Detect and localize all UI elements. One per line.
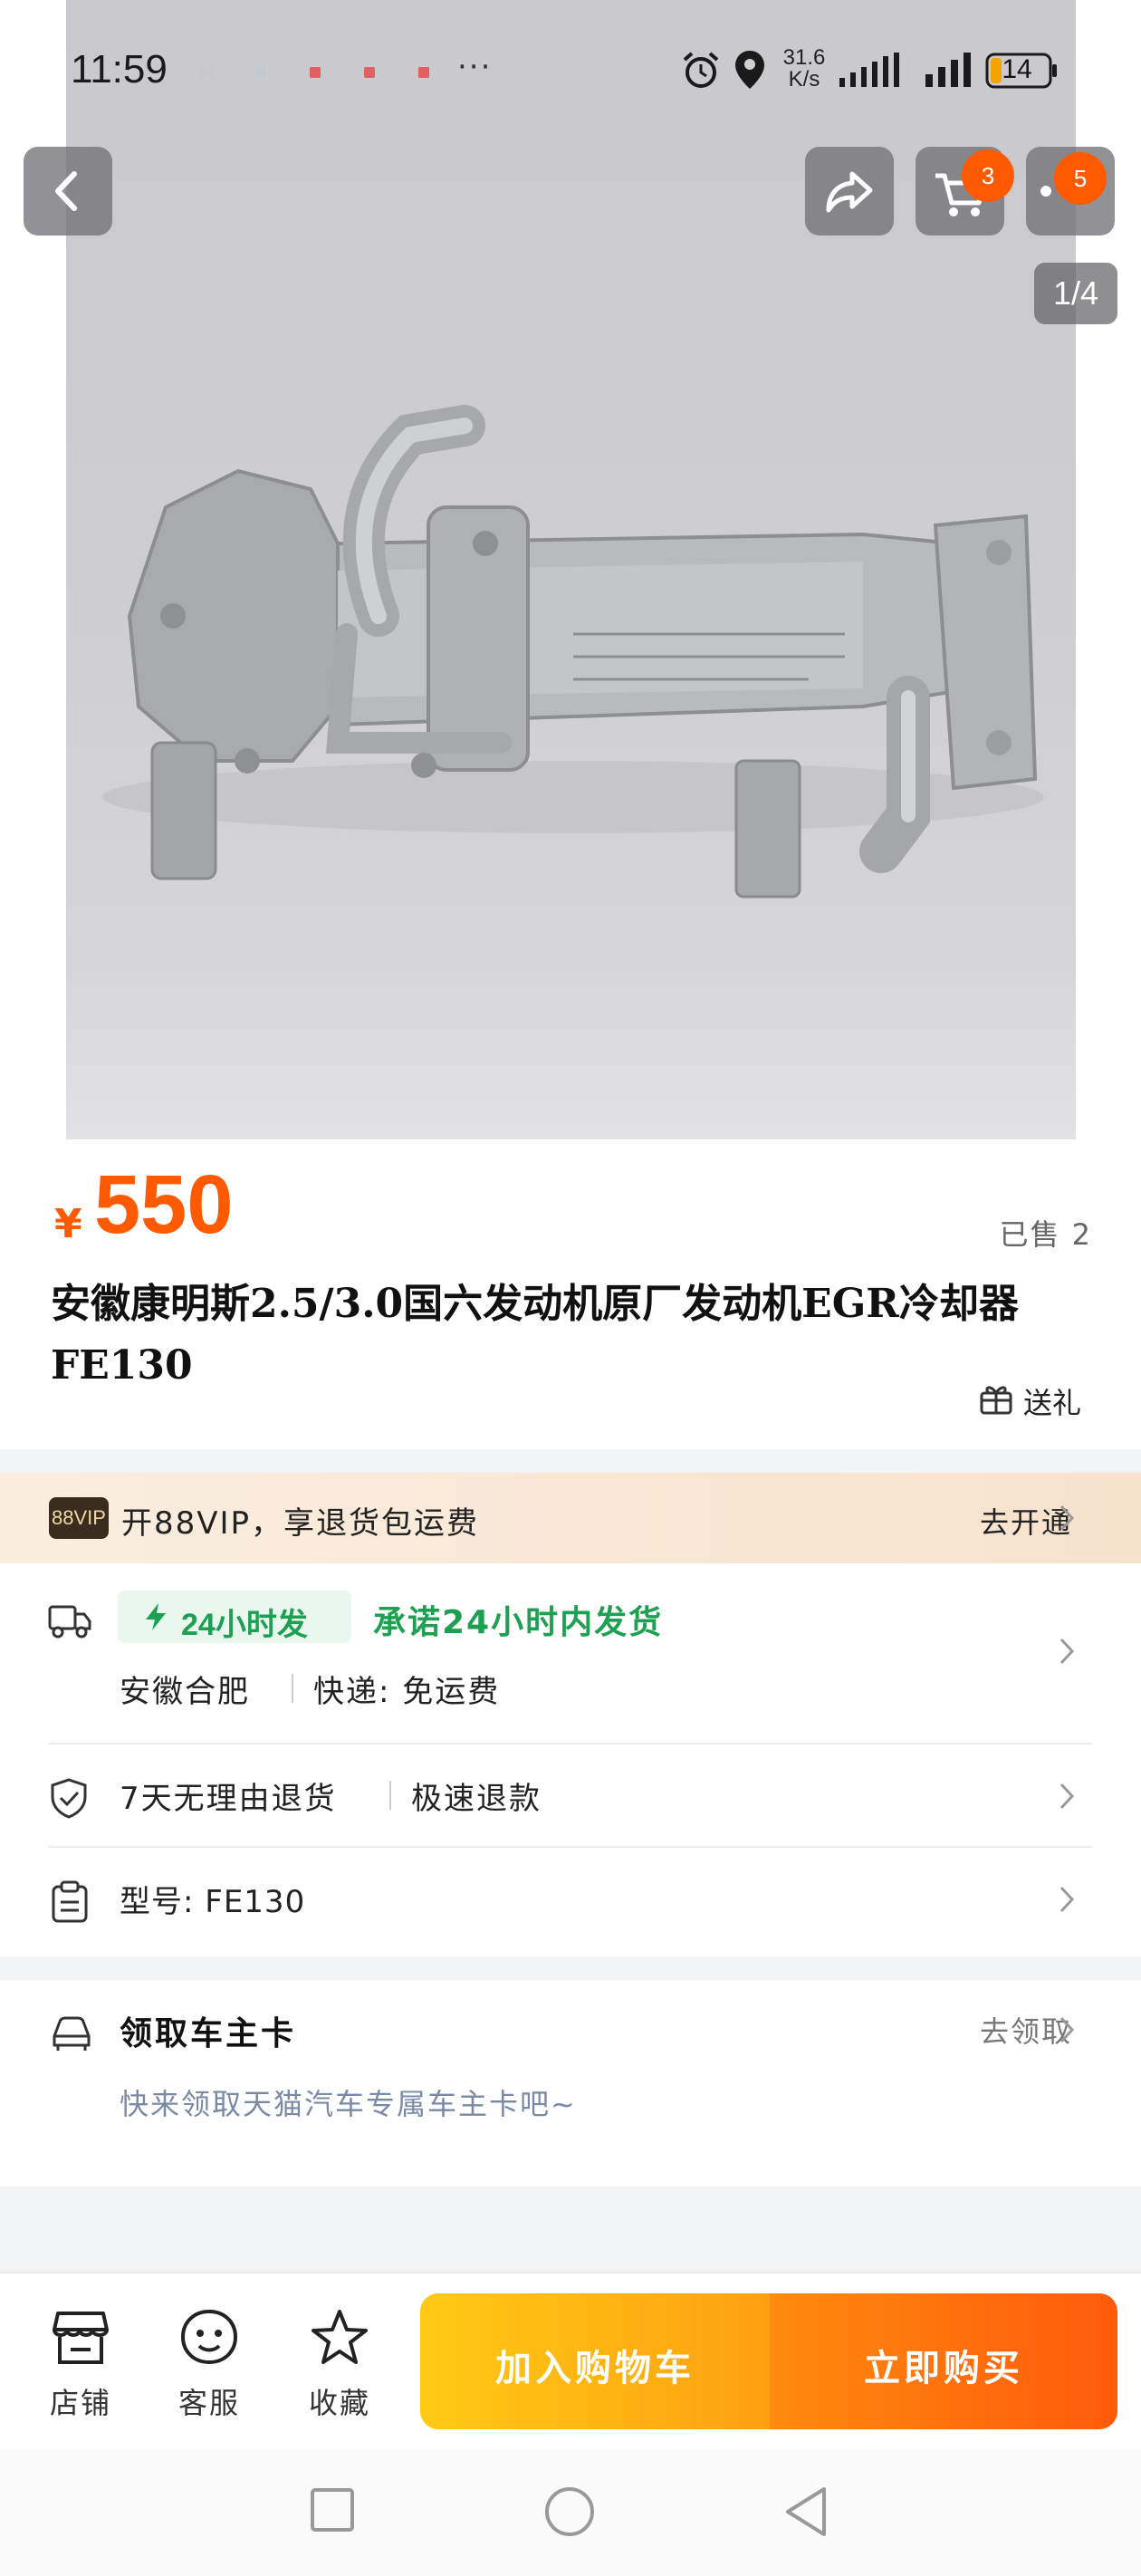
add-to-cart-button[interactable]: 加入购物车 [420,2293,770,2429]
notification-icon [364,67,375,78]
return-policy-row[interactable]: 7天无理由退货 极速退款 [0,1745,1141,1846]
signal-icon [839,53,899,87]
system-nav-bar [0,2449,1141,2576]
vip-banner[interactable]: 88VIP 开88VIP，享退货包运费 去开通 [0,1473,1141,1563]
notification-icon [310,67,321,78]
signal-icon [925,53,971,87]
alarm-icon [683,52,719,88]
add-to-cart-label: 加入购物车 [495,2348,695,2389]
favorite-label: 收藏 [308,2386,370,2420]
product-title: 安徽康明斯2.5/3.0国六发动机原厂发动机EGR冷却器FE130 [51,1281,1019,1389]
image-counter: 1/4 [1034,263,1117,324]
notification-icon [201,67,212,78]
buy-now-label: 立即购买 [864,2348,1023,2389]
divider [292,1674,293,1703]
fast-shipping-tag: 24小时发 [118,1591,351,1643]
star-icon [312,2310,368,2364]
vip-badge: 88VIP [49,1497,109,1539]
status-more-icon: ··· [457,49,493,85]
square-nav-icon[interactable] [308,2485,357,2534]
model-number: 型号: FE130 [120,1884,306,1920]
shipping-row[interactable]: 24小时发 承诺24小时内发货 安徽合肥 快递: 免运费 [0,1563,1141,1743]
product-image-gallery[interactable]: 11:59 ··· 31.6 K/s 14 3 5 1/4 [0,0,1141,1139]
triangle-nav-icon[interactable] [782,2485,831,2538]
return-policy: 7天无理由退货 [120,1781,337,1817]
fast-shipping-label: 24小时发 [181,1608,308,1642]
clipboard-icon [52,1880,88,1923]
shield-check-icon [51,1778,87,1819]
divider [389,1781,391,1810]
shipping-fee: 快递: 免运费 [313,1674,501,1710]
battery-level: 14 [1002,54,1032,84]
location-icon [735,51,764,89]
status-time: 11:59 [71,47,168,91]
shipping-origin: 安徽合肥 [120,1674,250,1710]
shop-label: 店铺 [49,2386,111,2420]
refund-policy: 极速退款 [411,1781,542,1817]
sold-count: 已售 2 [999,1217,1092,1252]
smile-icon [180,2309,238,2365]
bolt-icon [146,1603,166,1630]
currency-symbol: ¥ [54,1201,82,1247]
message-count-badge: 5 [1054,152,1107,205]
gift-label: 送礼 [1023,1386,1082,1420]
back-button[interactable] [24,147,112,235]
chevron-right-icon [1060,1886,1075,1913]
chevron-right-icon [1060,2016,1075,2043]
circle-nav-icon[interactable] [543,2485,596,2538]
service-label: 客服 [177,2386,240,2420]
vip-text: 开88VIP，享退货包运费 [121,1505,480,1542]
buy-now-button[interactable]: 立即购买 [770,2293,1117,2429]
share-button[interactable] [805,147,894,235]
status-bar: 11:59 ··· 31.6 K/s 14 [0,0,1141,136]
network-speed: 31.6 K/s [782,45,826,91]
shop-button[interactable]: 店铺 [31,2295,130,2431]
chevron-right-icon [1060,1638,1075,1665]
back-icon [55,171,77,211]
gift-icon [980,1386,1012,1415]
car-owner-card[interactable]: 领取车主卡 去领取 快来领取天猫汽车专属车主卡吧~ [0,1980,1141,2187]
price: 550 [94,1158,234,1251]
chevron-right-icon [1060,1504,1075,1532]
customer-service-button[interactable]: 客服 [159,2295,259,2431]
shop-icon [53,2312,109,2364]
price-card: ¥ 550 已售 2 安徽康明斯2.5/3.0国六发动机原厂发动机EGR冷却器F… [0,1139,1141,1449]
car-icon [53,2016,91,2051]
truck-icon [48,1605,91,1639]
service-card: 88VIP 开88VIP，享退货包运费 去开通 24小时发 承诺24小时内发货 … [0,1473,1141,1956]
shipping-promise: 承诺24小时内发货 [373,1604,664,1641]
car-card-title: 领取车主卡 [120,2015,297,2052]
model-row[interactable]: 型号: FE130 [0,1848,1141,1949]
cart-count-badge: 3 [962,149,1014,202]
notification-icon [255,67,266,78]
share-icon [826,171,873,213]
notification-icon [418,67,429,78]
car-card-subtitle: 快来领取天猫汽车专属车主卡吧~ [120,2087,577,2121]
favorite-button[interactable]: 收藏 [290,2295,389,2431]
chevron-right-icon [1060,1783,1075,1810]
bottom-action-bar: 店铺 客服 收藏 加入购物车 立即购买 [0,2272,1141,2449]
